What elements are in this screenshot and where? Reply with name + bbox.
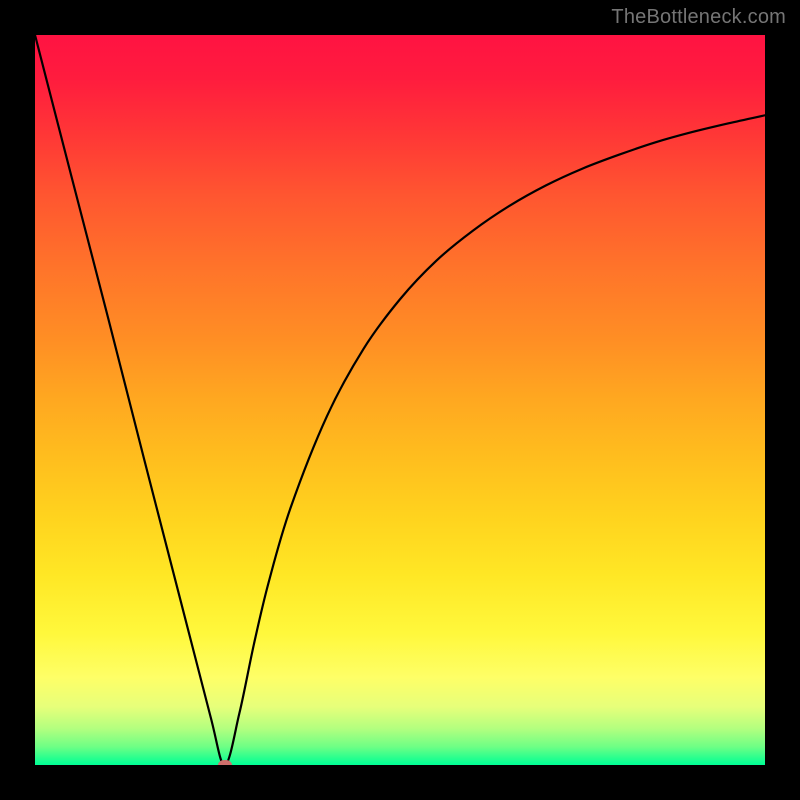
watermark-text: TheBottleneck.com [611, 6, 786, 29]
chart-frame: TheBottleneck.com [0, 0, 800, 800]
curve-svg [35, 35, 765, 765]
bottleneck-curve [35, 35, 765, 765]
plot-area [35, 35, 765, 765]
optimal-point-marker [218, 760, 232, 765]
